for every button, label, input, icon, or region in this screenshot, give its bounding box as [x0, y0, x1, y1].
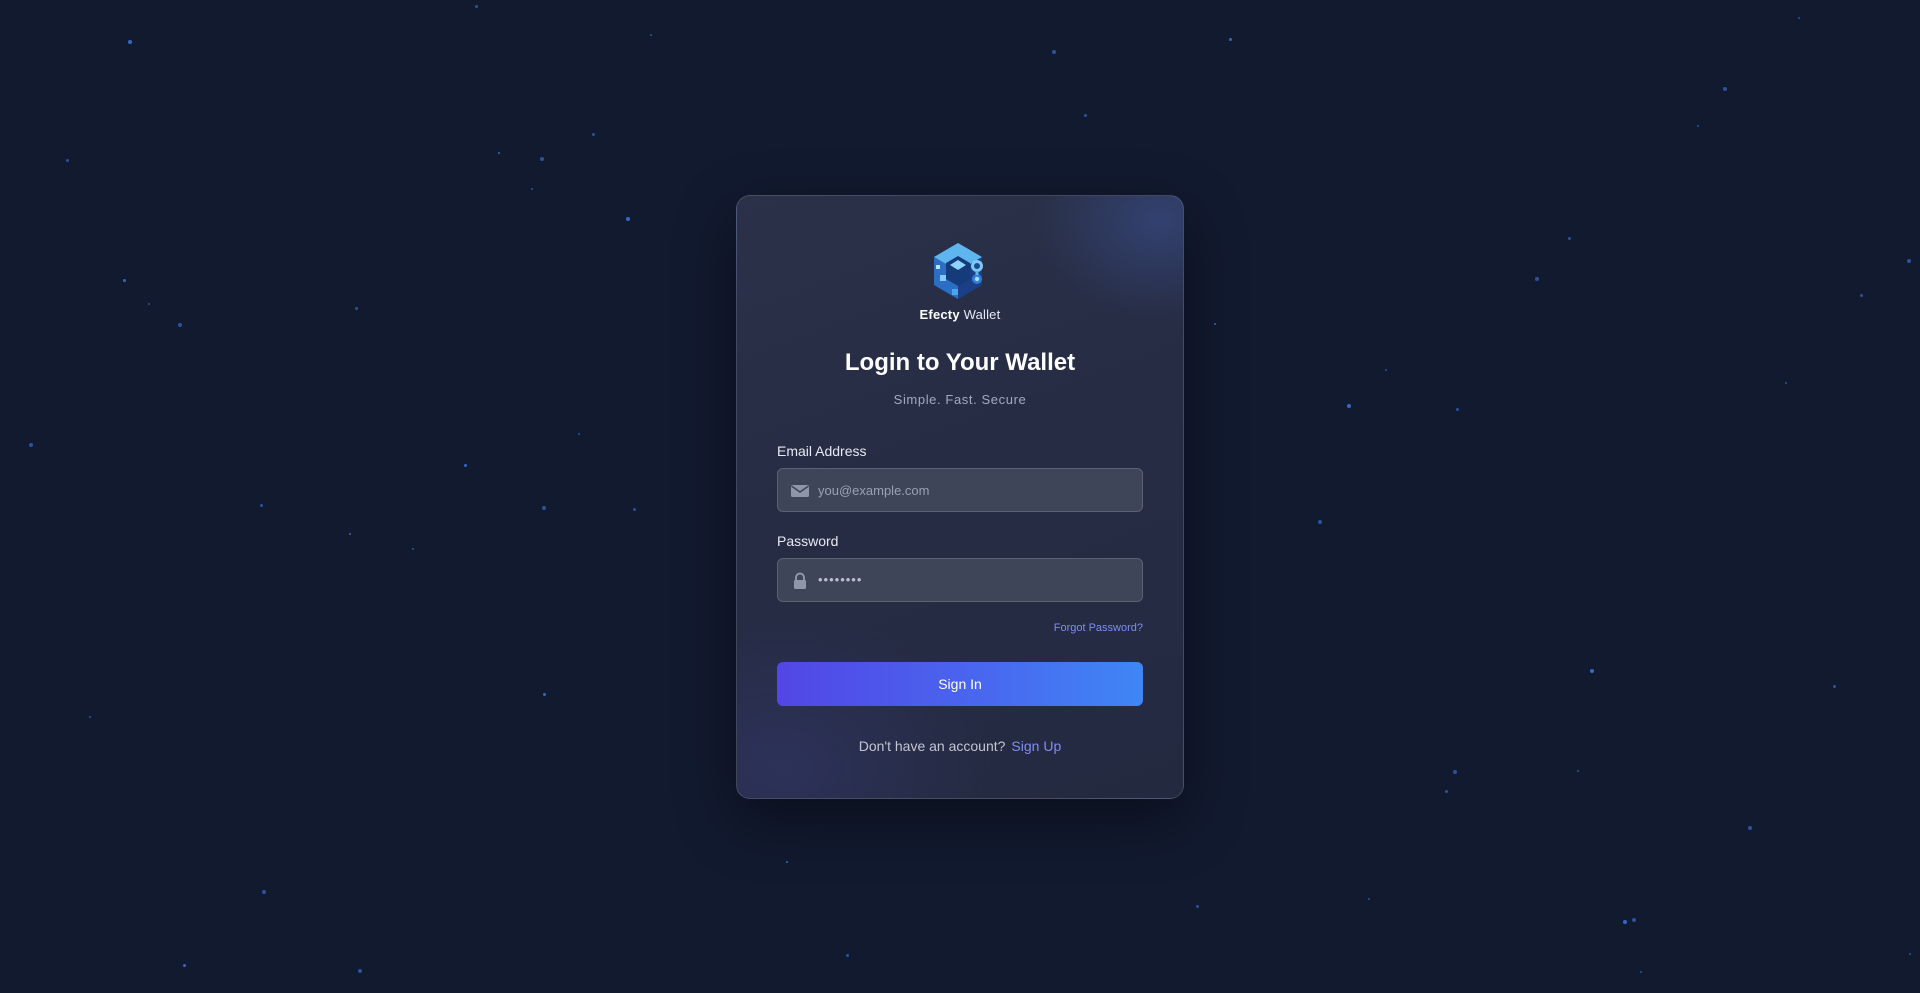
- star-dot: [1798, 17, 1800, 19]
- star-dot: [1697, 125, 1699, 127]
- email-label: Email Address: [777, 443, 867, 459]
- star-dot: [1577, 770, 1579, 772]
- password-input[interactable]: ••••••••: [818, 559, 862, 601]
- star-dot: [1632, 918, 1636, 922]
- star-dot: [1907, 259, 1911, 263]
- hexagon-wallet-logo-icon: [934, 243, 983, 299]
- password-field-container[interactable]: ••••••••: [777, 558, 1143, 602]
- star-dot: [1229, 38, 1232, 41]
- star-dot: [1590, 669, 1594, 673]
- star-dot: [531, 188, 533, 190]
- lock-icon: [794, 572, 806, 589]
- star-dot: [1833, 685, 1836, 688]
- star-dot: [1535, 277, 1539, 281]
- star-dot: [89, 716, 91, 718]
- envelope-icon: [791, 485, 809, 497]
- signup-prompt-text: Don't have an account?: [858, 738, 1006, 754]
- star-dot: [1456, 408, 1459, 411]
- star-dot: [262, 890, 266, 894]
- star-dot: [650, 34, 652, 36]
- sign-in-button[interactable]: Sign In: [777, 662, 1143, 706]
- page-title: Login to Your Wallet: [844, 349, 1076, 376]
- star-dot: [578, 433, 580, 435]
- star-dot: [626, 217, 630, 221]
- star-dot: [1723, 87, 1727, 91]
- signup-prompt: Don't have an account? Sign Up: [737, 738, 1183, 754]
- password-label: Password: [777, 533, 839, 549]
- star-dot: [1568, 237, 1571, 240]
- star-dot: [260, 504, 263, 507]
- forgot-password-link[interactable]: Forgot Password?: [1054, 622, 1143, 634]
- star-dot: [1640, 971, 1642, 973]
- email-field-container[interactable]: [777, 468, 1143, 512]
- star-dot: [1453, 770, 1457, 774]
- brand-name: Efecty Wallet: [919, 307, 1001, 322]
- star-dot: [846, 954, 849, 957]
- star-dot: [633, 508, 636, 511]
- star-dot: [1909, 953, 1911, 955]
- star-dot: [1445, 790, 1448, 793]
- star-dot: [1860, 294, 1863, 297]
- star-dot: [349, 533, 351, 535]
- star-dot: [542, 506, 546, 510]
- star-dot: [1785, 382, 1787, 384]
- star-dot: [66, 159, 69, 162]
- star-dot: [1623, 920, 1627, 924]
- star-dot: [1347, 404, 1351, 408]
- star-dot: [1318, 520, 1322, 524]
- star-dot: [358, 969, 362, 973]
- star-dot: [183, 964, 186, 967]
- star-dot: [475, 5, 478, 8]
- star-dot: [412, 548, 414, 550]
- star-dot: [786, 861, 788, 863]
- star-dot: [128, 40, 132, 44]
- star-dot: [540, 157, 544, 161]
- star-dot: [1368, 898, 1370, 900]
- star-dot: [1748, 826, 1752, 830]
- star-dot: [1196, 905, 1199, 908]
- star-dot: [148, 303, 150, 305]
- star-dot: [29, 443, 33, 447]
- star-dot: [464, 464, 467, 467]
- star-dot: [1052, 50, 1056, 54]
- login-card: Efecty Wallet Login to Your Wallet Simpl…: [736, 195, 1184, 799]
- star-dot: [1084, 114, 1087, 117]
- star-dot: [178, 323, 182, 327]
- email-input[interactable]: [818, 469, 1136, 511]
- star-dot: [1385, 369, 1387, 371]
- star-dot: [355, 307, 358, 310]
- star-dot: [498, 152, 500, 154]
- sign-up-link[interactable]: Sign Up: [1011, 738, 1061, 754]
- page-subtitle: Simple. Fast. Secure: [893, 392, 1027, 407]
- star-dot: [1214, 323, 1216, 325]
- star-dot: [592, 133, 595, 136]
- brand-logo: Efecty Wallet: [737, 241, 1183, 322]
- star-dot: [543, 693, 546, 696]
- star-dot: [123, 279, 126, 282]
